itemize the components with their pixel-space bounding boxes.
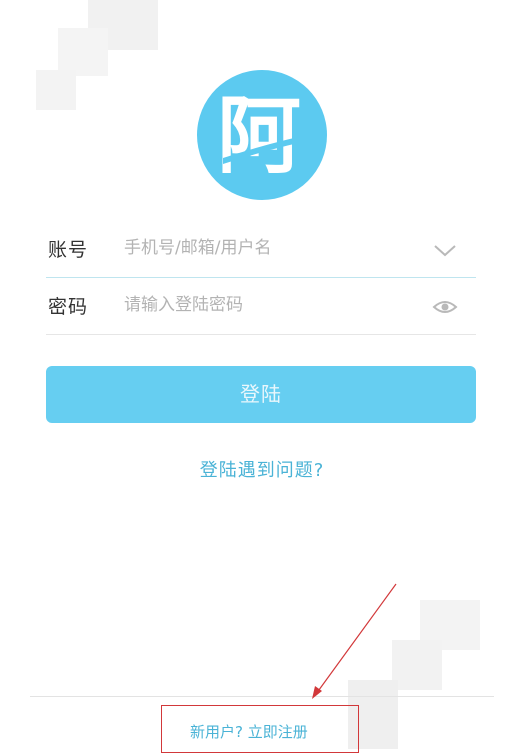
password-label: 密码	[48, 296, 89, 318]
login-help-link[interactable]: 登陆遇到问题?	[0, 456, 524, 482]
watermark-mosaic	[36, 70, 76, 110]
annotation-highlight-box	[161, 705, 359, 753]
bottom-divider	[30, 696, 494, 697]
watermark-mosaic	[392, 640, 442, 690]
password-input[interactable]	[124, 290, 414, 320]
logo-glyph: 阿	[217, 87, 301, 185]
watermark-mosaic	[58, 28, 108, 76]
password-row: 密码	[46, 278, 476, 335]
login-button[interactable]: 登陆	[46, 366, 476, 423]
logo-glyph-icon: 阿	[217, 87, 321, 185]
account-input[interactable]	[124, 233, 414, 263]
app-logo: 阿	[197, 70, 327, 200]
eye-icon[interactable]	[432, 296, 458, 318]
chevron-down-icon[interactable]	[432, 239, 458, 261]
account-row: 账号	[46, 221, 476, 278]
account-label: 账号	[48, 239, 89, 261]
